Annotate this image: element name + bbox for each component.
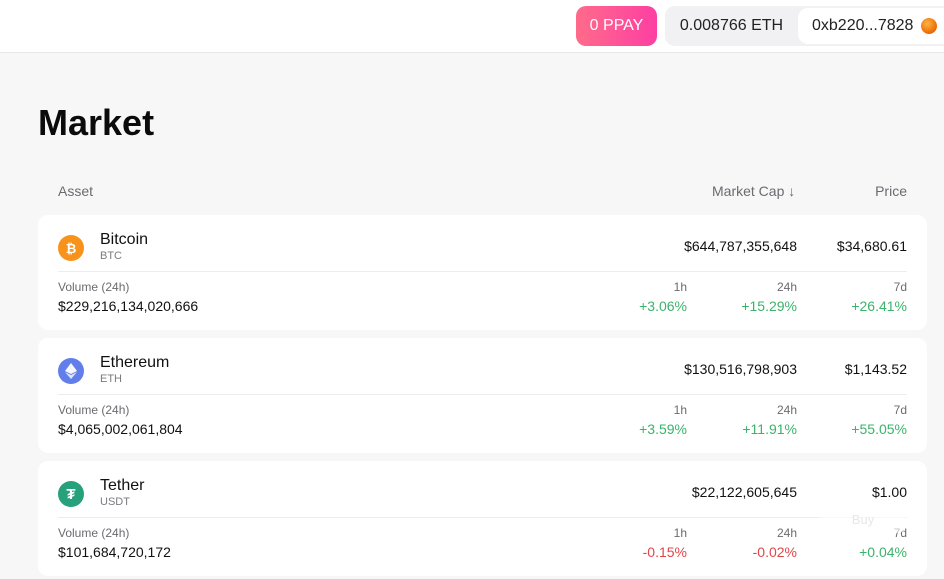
row-divider [58, 394, 907, 395]
asset-name: Bitcoin [100, 231, 149, 248]
top-bar: 0 PPAY 0.008766 ETH 0xb220...7828 [0, 0, 944, 53]
asset-price: $34,680.61 [836, 238, 907, 254]
wallet-panel: 0.008766 ETH 0xb220...7828 [665, 6, 944, 46]
change-7d-value: +55.05% [851, 421, 907, 437]
change-24h-value: -0.02% [752, 544, 797, 560]
change-1h-label: 1h [673, 280, 687, 294]
change-1h-value: +3.06% [639, 298, 687, 314]
asset-market-cap: $130,516,798,903 [684, 361, 797, 377]
column-header-price: Price [875, 183, 907, 199]
tether-icon: ₮ [58, 481, 84, 507]
change-24h-label: 24h [776, 403, 797, 417]
volume-value: $229,216,134,020,666 [58, 298, 199, 314]
page-title: Market [38, 102, 155, 143]
volume-value: $101,684,720,172 [58, 544, 171, 560]
volume-value: $4,065,002,061,804 [58, 421, 183, 437]
change-24h-label: 24h [776, 280, 797, 294]
change-1h-value: +3.59% [639, 421, 687, 437]
asset-row-tether[interactable]: ₮ Tether USDT $22,122,605,645 $1.00 Volu… [38, 461, 927, 576]
asset-row-bitcoin[interactable]: ₿ Bitcoin BTC $644,787,355,648 $34,680.6… [38, 215, 927, 330]
asset-name: Ethereum [100, 354, 170, 371]
asset-market-cap: $644,787,355,648 [684, 238, 797, 254]
change-24h-value: +15.29% [741, 298, 797, 314]
change-1h-label: 1h [673, 526, 687, 540]
asset-price: $1,143.52 [844, 361, 907, 377]
change-7d-label: 7d [893, 280, 907, 294]
asset-name: Tether [100, 477, 145, 494]
asset-price: $1.00 [871, 484, 907, 500]
change-7d-label: 7d [893, 403, 907, 417]
change-1h-value: -0.15% [642, 544, 687, 560]
change-24h-value: +11.91% [742, 421, 797, 437]
account-avatar-icon [921, 18, 938, 34]
asset-symbol: BTC [100, 250, 122, 262]
change-7d-value: +0.04% [859, 544, 907, 560]
change-24h-label: 24h [776, 526, 797, 540]
ethereum-icon [58, 358, 84, 384]
volume-label: Volume (24h) [58, 526, 130, 540]
ppay-balance-button[interactable]: 0 PPAY [576, 6, 657, 46]
column-header-market-cap-sort[interactable]: Market Cap ↓ [712, 183, 795, 199]
bitcoin-icon: ₿ [58, 235, 84, 261]
change-1h-label: 1h [673, 403, 687, 417]
row-divider [58, 517, 907, 518]
asset-symbol: ETH [100, 373, 122, 385]
volume-label: Volume (24h) [58, 280, 130, 294]
row-divider [58, 271, 907, 272]
asset-market-cap: $22,122,605,645 [691, 484, 797, 500]
eth-balance: 0.008766 ETH [679, 17, 784, 34]
volume-label: Volume (24h) [58, 403, 130, 417]
account-address-button[interactable]: 0xb220...7828 [798, 8, 944, 44]
account-address: 0xb220...7828 [812, 17, 914, 34]
change-7d-value: +26.41% [851, 298, 907, 314]
column-header-asset: Asset [58, 183, 94, 199]
asset-symbol: USDT [100, 496, 130, 508]
buy-button[interactable]: Buy [820, 505, 906, 533]
asset-row-ethereum[interactable]: Ethereum ETH $130,516,798,903 $1,143.52 … [38, 338, 927, 453]
